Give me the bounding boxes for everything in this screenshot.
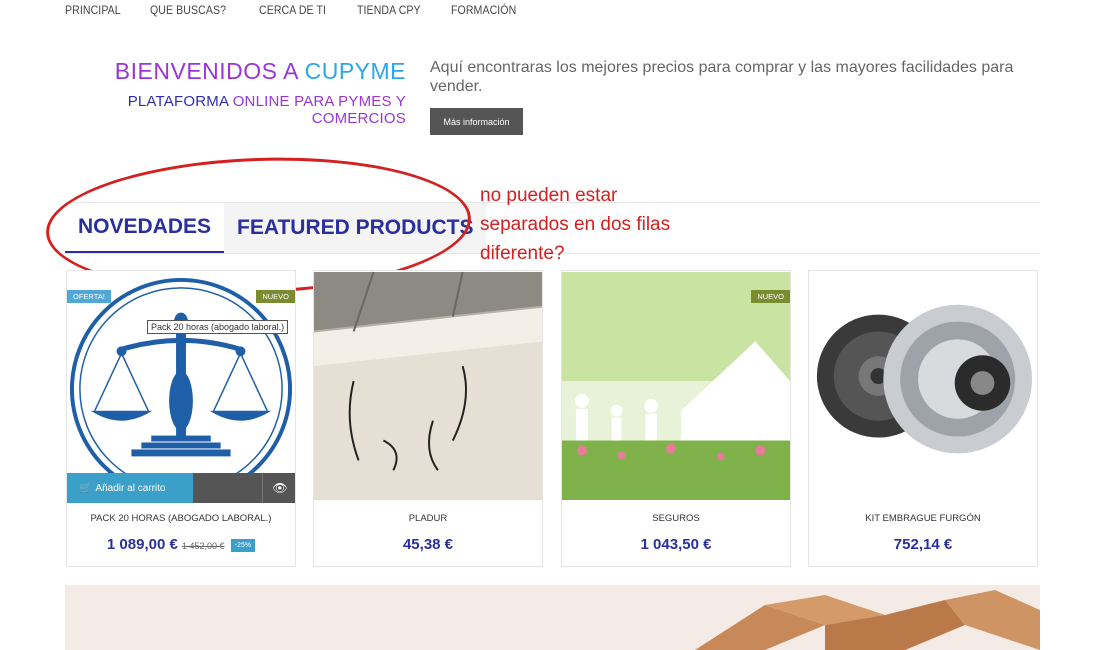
welcome-brand: CUPYME	[304, 58, 406, 84]
product-price-block: 1 089,00 € 1 452,00 € -25%	[67, 536, 295, 553]
product-tabs: NOVEDADES FEATURED PRODUCTS	[65, 203, 487, 253]
welcome-title: BIENVENIDOS A CUPYME	[40, 58, 406, 85]
old-price: 1 452,00 €	[182, 541, 225, 551]
welcome-subtitle-text: PLATAFORMA	[127, 93, 233, 110]
product-image-scales[interactable]	[67, 271, 295, 501]
new-badge: NUEVO	[751, 290, 790, 303]
boxes-image	[695, 590, 1040, 650]
product-card[interactable]: NUEVO SEGUROS 1 043,50 €	[561, 270, 791, 567]
annotation-line: no pueden estar	[480, 185, 618, 206]
compare-button[interactable]	[193, 473, 262, 503]
product-price: 1 089,00 €	[106, 536, 178, 553]
product-image-clutch[interactable]	[809, 271, 1037, 501]
product-name[interactable]: SEGUROS	[562, 513, 790, 524]
intro-text: Aquí encontraras los mejores precios par…	[430, 59, 1014, 95]
cart-icon: 🛒	[79, 482, 92, 494]
nav-que-buscas[interactable]: QUE BUSCAS?	[150, 3, 226, 17]
product-name[interactable]: PACK 20 HORAS (ABOGADO LABORAL.)	[67, 513, 295, 524]
top-nav: PRINCIPAL QUE BUSCAS? CERCA DE TI TIENDA…	[65, 3, 548, 17]
product-card[interactable]: OFERTA! NUEVO Pack 20 horas (abogado lab…	[66, 270, 296, 567]
eye-icon: 👁	[272, 481, 288, 495]
product-image-pladur[interactable]	[314, 271, 542, 501]
discount-badge: -25%	[230, 538, 256, 552]
welcome-subtitle: PLATAFORMA ONLINE PARA PYMES Y COMERCIOS	[40, 93, 406, 127]
new-badge: NUEVO	[256, 290, 295, 303]
product-name[interactable]: PLADUR	[314, 513, 542, 524]
product-price: 45,38 €	[402, 536, 454, 553]
welcome-block: BIENVENIDOS A CUPYME PLATAFORMA ONLINE P…	[40, 58, 406, 127]
promo-banner[interactable]	[65, 585, 1040, 650]
nav-tienda-cpy[interactable]: TIENDA CPY	[357, 3, 421, 17]
welcome-subtitle-highlight: ONLINE PARA PYMES Y COMERCIOS	[232, 93, 406, 127]
offer-badge: OFERTA!	[67, 290, 111, 303]
product-tooltip: Pack 20 horas (abogado laboral.)	[147, 320, 289, 334]
more-info-button[interactable]: Más información	[430, 108, 523, 135]
welcome-title-text: BIENVENIDOS A	[114, 58, 305, 84]
annotation-line: diferente?	[480, 243, 565, 264]
tab-novedades[interactable]: NOVEDADES	[65, 203, 225, 253]
product-price: 1 043,50 €	[640, 536, 712, 553]
product-name[interactable]: KIT EMBRAGUE FURGÓN	[809, 513, 1037, 524]
product-card[interactable]: KIT EMBRAGUE FURGÓN 752,14 €	[808, 270, 1038, 567]
annotation-line: separados en dos filas	[480, 214, 671, 235]
add-to-cart-label: Añadir al carrito	[95, 482, 166, 494]
nav-cerca-de-ti[interactable]: CERCA DE TI	[259, 3, 326, 17]
quick-view-button[interactable]: 👁	[262, 473, 295, 503]
product-price: 752,14 €	[893, 536, 953, 553]
annotation-note: no pueden estar separados en dos filas d…	[480, 181, 670, 268]
product-image-seguros[interactable]	[562, 271, 790, 501]
product-card[interactable]: PLADUR 45,38 €	[313, 270, 543, 567]
nav-principal[interactable]: PRINCIPAL	[65, 3, 121, 17]
add-to-cart-button[interactable]: 🛒 Añadir al carrito	[67, 473, 193, 503]
nav-formacion[interactable]: FORMACIÓN	[451, 3, 516, 17]
tab-featured-products[interactable]: FEATURED PRODUCTS	[224, 203, 487, 253]
